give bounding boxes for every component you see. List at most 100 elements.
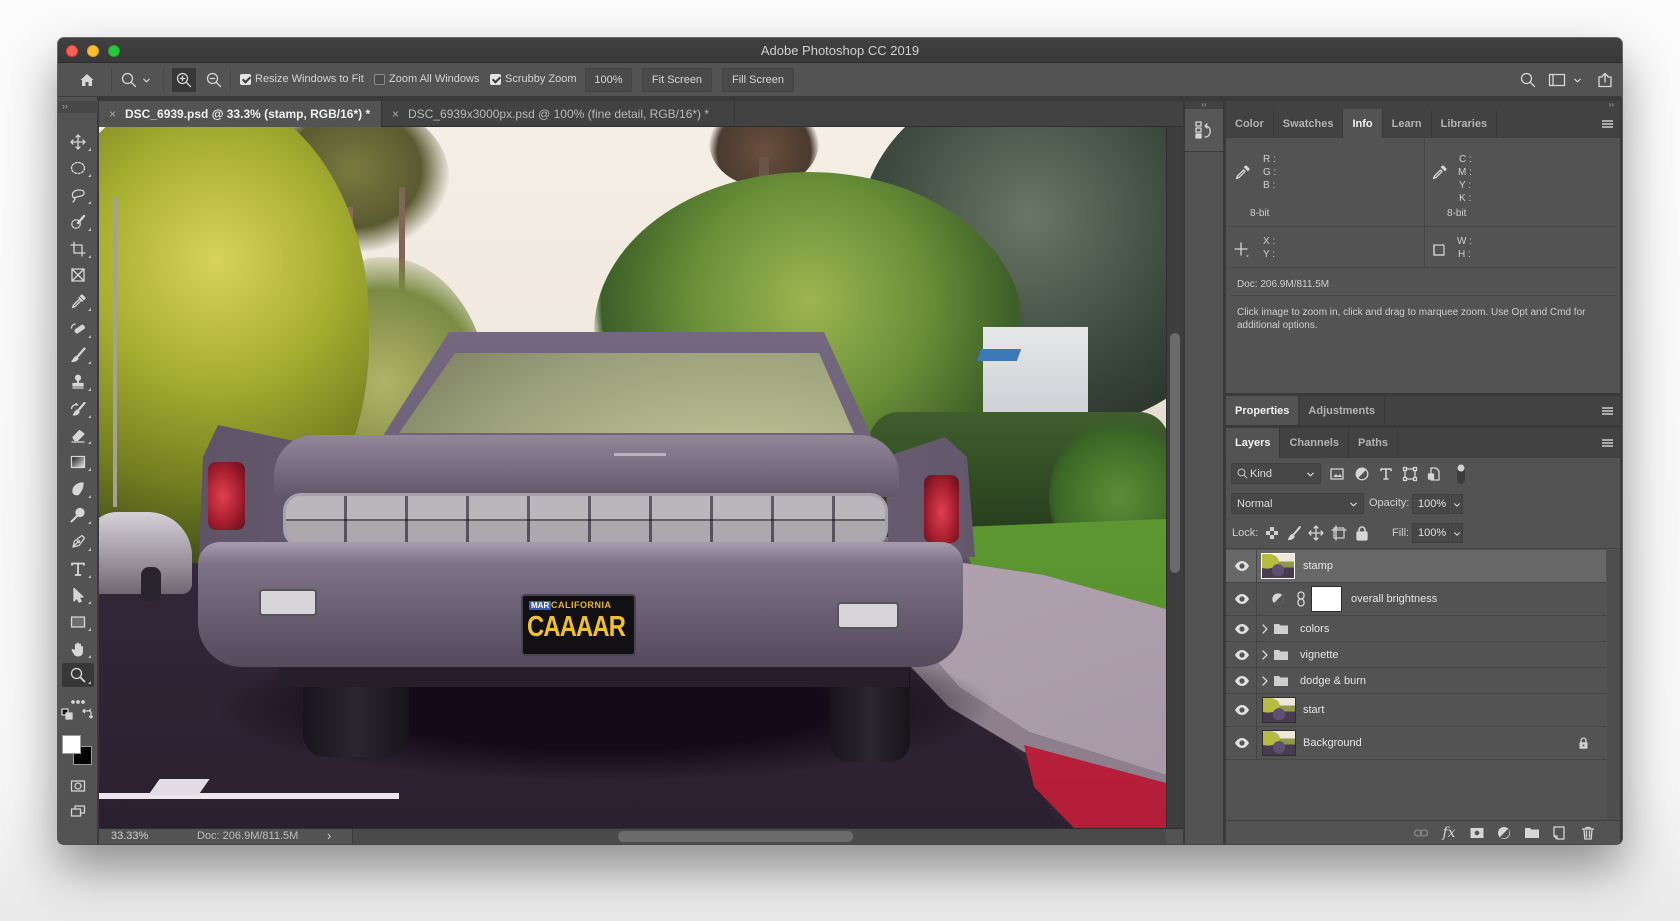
tool-dodge[interactable] (62, 503, 94, 527)
layer-row[interactable]: stamp (1226, 550, 1606, 583)
tool-eyedropper[interactable] (62, 290, 94, 314)
eyedropper-rgb-icon[interactable] (1234, 165, 1250, 181)
add-mask-button[interactable] (1468, 824, 1486, 842)
layer-row[interactable]: start (1226, 694, 1606, 727)
chain-link-icon[interactable] (1296, 591, 1306, 607)
layer-group-row[interactable]: colors (1226, 616, 1606, 642)
tab-libraries[interactable]: Libraries (1432, 109, 1498, 138)
zoom-in-button[interactable] (172, 68, 196, 92)
swap-colors-button[interactable] (80, 707, 94, 721)
tool-frame[interactable] (62, 263, 94, 287)
fill-input[interactable]: 100% (1412, 523, 1450, 543)
vertical-scrollbar[interactable] (1166, 127, 1183, 828)
horizontal-scrollbar[interactable] (352, 829, 1166, 844)
scrollbar-thumb[interactable] (1170, 333, 1180, 573)
tool-rectangle[interactable] (62, 610, 94, 634)
filter-pixel-layers-button[interactable] (1328, 465, 1346, 483)
lock-position-button[interactable] (1307, 524, 1325, 542)
home-button[interactable] (76, 68, 98, 92)
chevron-right-icon[interactable] (1261, 676, 1269, 686)
eye-icon[interactable] (1234, 673, 1250, 689)
scrollbar-thumb[interactable] (618, 831, 853, 842)
checkbox-box[interactable] (490, 73, 501, 85)
tab-info[interactable]: Info (1343, 109, 1383, 138)
scrubby-zoom-checkbox[interactable]: Scrubby Zoom (490, 73, 577, 85)
eye-icon[interactable] (1234, 621, 1250, 637)
filter-type-layers-button[interactable] (1377, 465, 1395, 483)
tool-zoom[interactable] (62, 663, 94, 687)
link-layers-button[interactable] (1412, 824, 1430, 842)
tab-paths[interactable]: Paths (1349, 428, 1398, 458)
layer-filter-dropdown[interactable]: Kind (1231, 463, 1321, 484)
zoom-all-windows-checkbox[interactable]: Zoom All Windows (374, 73, 479, 85)
new-adjustment-layer-button[interactable] (1495, 824, 1513, 842)
lock-image-pixels-button[interactable] (1285, 524, 1303, 542)
layers-scrollbar[interactable] (1607, 550, 1620, 820)
eye-icon[interactable] (1234, 591, 1250, 607)
tool-blur[interactable] (62, 477, 94, 501)
zoom-level-readout[interactable]: 33.33% (111, 830, 148, 842)
chevron-right-icon[interactable] (1261, 624, 1269, 634)
tool-screen-mode[interactable] (62, 799, 94, 823)
tool-eraser[interactable] (62, 423, 94, 447)
document-tab[interactable]: × DSC_6939x3000px.psd @ 100% (fine detai… (382, 101, 735, 127)
tool-quick-mask[interactable] (62, 774, 94, 798)
layer-group-row[interactable]: vignette (1226, 642, 1606, 668)
tool-pen[interactable] (62, 530, 94, 554)
status-menu-arrow[interactable]: › (327, 828, 331, 843)
blend-mode-dropdown[interactable]: Normal (1231, 493, 1364, 514)
panel-menu-icon[interactable] (1602, 406, 1613, 415)
foreground-color-swatch[interactable] (62, 735, 81, 754)
layer-row[interactable]: overall brightness (1226, 583, 1606, 616)
layer-group-row[interactable]: dodge & burn (1226, 668, 1606, 694)
lock-all-button[interactable] (1353, 524, 1371, 542)
lock-artboard-button[interactable] (1330, 524, 1348, 542)
share-button[interactable] (1594, 68, 1616, 92)
tool-type[interactable] (62, 557, 94, 581)
resize-windows-to-fit-checkbox[interactable]: Resize Windows to Fit (240, 73, 364, 85)
tool-quick-selection[interactable] (62, 210, 94, 234)
tool-spot-healing-brush[interactable] (62, 317, 94, 341)
lock-transparent-pixels-button[interactable] (1263, 524, 1281, 542)
opacity-input[interactable]: 100% (1412, 494, 1450, 514)
zoom-out-button[interactable] (202, 68, 226, 92)
workspace-switcher[interactable] (1545, 68, 1585, 92)
image-canvas[interactable]: MAR CALIFORNIA CAAAAR (99, 127, 1166, 828)
tool-elliptical-marquee[interactable] (62, 156, 94, 180)
fill-slider-button[interactable] (1451, 523, 1463, 543)
document-tab[interactable]: × DSC_6939.psd @ 33.3% (stamp, RGB/16*) … (99, 101, 382, 127)
tab-adjustments[interactable]: Adjustments (1299, 396, 1386, 425)
tab-color[interactable]: Color (1226, 109, 1274, 138)
filter-adjustment-layers-button[interactable] (1353, 465, 1371, 483)
eye-icon[interactable] (1234, 647, 1250, 663)
tab-properties[interactable]: Properties (1226, 396, 1300, 425)
filter-shape-layers-button[interactable] (1401, 465, 1419, 483)
tool-history-brush[interactable] (62, 397, 94, 421)
layer-row[interactable]: Background (1226, 727, 1606, 760)
eye-icon[interactable] (1234, 702, 1250, 718)
tool-crop[interactable] (62, 237, 94, 261)
zoom-100-percent-button[interactable]: 100% (585, 68, 632, 92)
eyedropper-cmyk-icon[interactable] (1431, 165, 1447, 181)
tool-clone-stamp[interactable] (62, 370, 94, 394)
history-panel-button[interactable] (1185, 109, 1223, 152)
eye-icon[interactable] (1234, 558, 1250, 574)
add-layer-style-button[interactable]: fx (1440, 824, 1458, 842)
default-colors-button[interactable] (60, 707, 74, 721)
tab-layers[interactable]: Layers (1226, 428, 1281, 458)
panel-menu-icon[interactable] (1602, 439, 1613, 447)
tab-swatches[interactable]: Swatches (1274, 109, 1344, 138)
tab-learn[interactable]: Learn (1383, 109, 1432, 138)
tool-path-selection[interactable] (62, 583, 94, 607)
layer-mask-thumbnail[interactable] (1311, 586, 1342, 612)
fill-screen-button[interactable]: Fill Screen (722, 68, 794, 92)
close-tab-icon[interactable]: × (392, 107, 399, 121)
filter-toggle[interactable] (1452, 462, 1470, 486)
tool-gradient[interactable] (62, 450, 94, 474)
new-layer-button[interactable] (1550, 824, 1568, 842)
chevron-right-icon[interactable] (1261, 650, 1269, 660)
tool-lasso[interactable] (62, 183, 94, 207)
new-group-button[interactable] (1523, 824, 1541, 842)
panel-menu-icon[interactable] (1602, 119, 1613, 128)
tab-channels[interactable]: Channels (1280, 428, 1349, 458)
